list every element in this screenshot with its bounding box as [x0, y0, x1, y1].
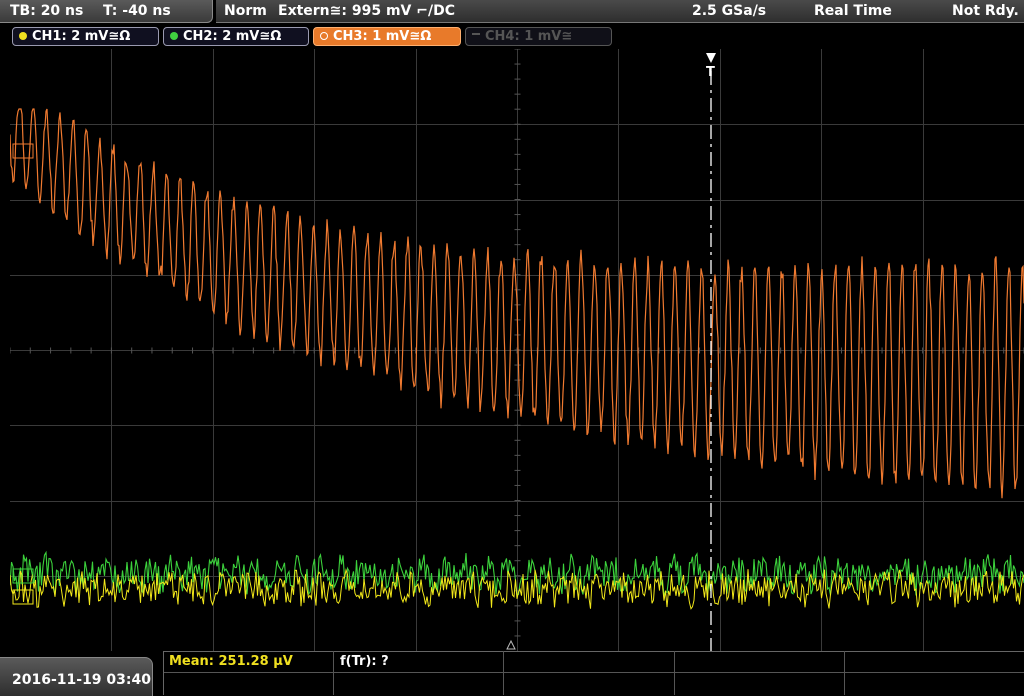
timebase-box[interactable]: TB: 20 ns T: -40 ns	[0, 0, 213, 23]
channel-2-button[interactable]: CH2: 2 mV≅Ω	[163, 27, 309, 46]
channel-4-button[interactable]: CH4: 1 mV≅	[465, 27, 612, 46]
channel-3-label: CH3: 1 mV≅Ω	[333, 29, 432, 44]
top-status-bar: TB: 20 ns T: -40 ns Norm Extern≅: 995 mV…	[0, 0, 1024, 25]
datetime-box: 2016-11-19 03:40	[0, 657, 153, 696]
trigger-reference-icon	[506, 639, 516, 650]
acquisition-status-box[interactable]: Norm Extern≅: 995 mV ⌐/DC 2.5 GSa/s Real…	[216, 0, 1024, 23]
channel-4-dash-icon	[472, 32, 480, 35]
trigger-marker-label: T	[706, 65, 715, 80]
channel-bar: CH1: 2 mV≅Ω CH2: 2 mV≅Ω CH3: 1 mV≅Ω CH4:…	[0, 25, 1024, 49]
timebase-label: TB: 20 ns	[10, 3, 84, 19]
acquisition-state: Not Rdy.	[952, 3, 1019, 19]
mean-measurement: Mean: 251.28 µV	[169, 654, 293, 669]
channel-1-dot-icon	[19, 31, 27, 40]
waveform-svg: T	[9, 48, 1024, 651]
measurement-panel[interactable]: Mean: 251.28 µV f(Tr): ?	[163, 651, 1024, 695]
sample-rate: 2.5 GSa/s	[692, 3, 767, 19]
trigger-offset-label: T: -40 ns	[103, 3, 171, 19]
channel-1-label: CH1: 2 mV≅Ω	[32, 29, 131, 44]
acquisition-mode: Real Time	[814, 3, 892, 19]
channel-3-dot-icon	[320, 31, 328, 40]
waveform-display[interactable]: T	[9, 48, 1024, 651]
channel-2-dot-icon	[170, 31, 178, 40]
frequency-measurement: f(Tr): ?	[340, 654, 389, 669]
channel-3-button[interactable]: CH3: 1 mV≅Ω	[313, 27, 461, 46]
channel-1-button[interactable]: CH1: 2 mV≅Ω	[12, 27, 159, 46]
channel-2-label: CH2: 2 mV≅Ω	[183, 29, 282, 44]
trigger-mode: Norm	[224, 3, 267, 19]
trigger-position-icon[interactable]	[706, 53, 716, 63]
datetime-label: 2016-11-19 03:40	[12, 672, 151, 688]
channel-4-label: CH4: 1 mV≅	[485, 29, 573, 44]
bottom-bar: 2016-11-19 03:40 Mean: 251.28 µV f(Tr): …	[0, 651, 1024, 696]
trigger-source: Extern≅: 995 mV ⌐/DC	[278, 3, 455, 19]
